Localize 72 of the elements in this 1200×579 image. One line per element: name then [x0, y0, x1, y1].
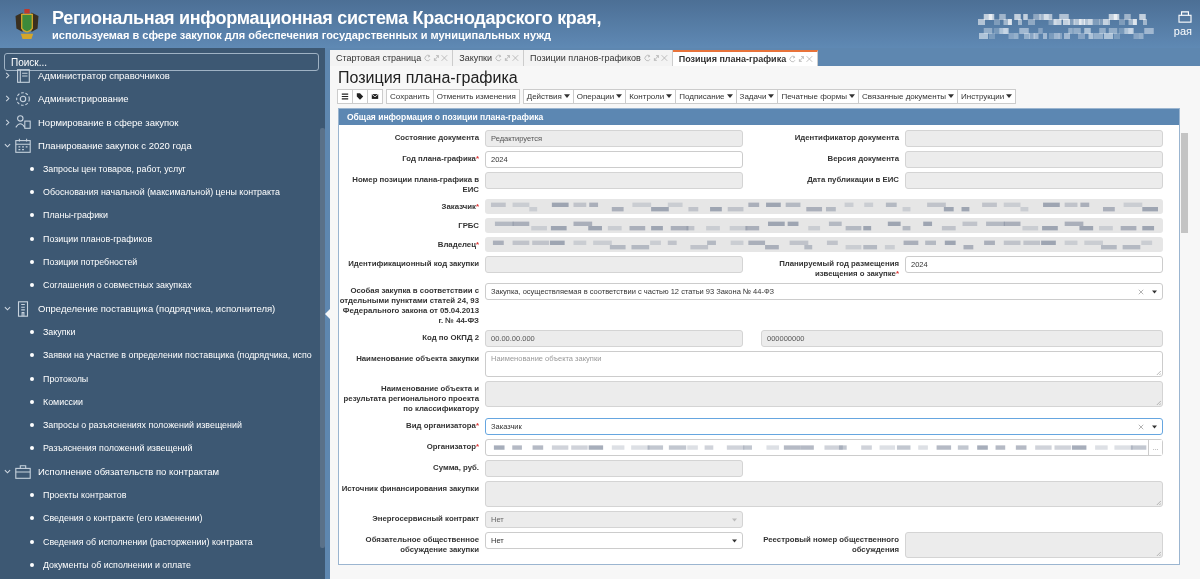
menu-item[interactable]: Сведения об исполнении (расторжении) контракта	[0, 529, 319, 554]
menu-group[interactable]: Нормирование в сфере закупок	[0, 110, 319, 134]
caret-icon[interactable]	[1006, 94, 1013, 98]
search-field[interactable]: Поиск...	[4, 53, 319, 71]
system-title: Региональная информационная система Краснодарского края,	[52, 7, 603, 29]
gear-icon	[14, 89, 32, 108]
chevron-down-icon[interactable]	[4, 305, 11, 313]
caret-icon[interactable]	[563, 94, 570, 98]
dropdown-button[interactable]: Операции	[572, 88, 627, 104]
caret-icon[interactable]	[849, 94, 855, 98]
menu-group[interactable]: Определение поставщика (подрядчика, исполнителя)	[0, 296, 319, 321]
tab[interactable]: Закупки	[453, 50, 525, 66]
chevron-down-icon[interactable]	[4, 468, 11, 476]
menu-item[interactable]: Документы об исполнении и оплате	[0, 553, 319, 577]
chevron-right-icon[interactable]	[4, 95, 11, 103]
menu-item[interactable]: Запросы о разъяснениях положений извещений	[0, 413, 319, 437]
clear-icon[interactable]	[1138, 288, 1144, 295]
panel-title: Общая информация о позиции плана-графика	[339, 109, 1179, 125]
clear-icon[interactable]	[1138, 423, 1144, 430]
menu-group[interactable]: Планирование закупок с 2020 года	[0, 133, 319, 158]
tab[interactable]: Позиция плана-графика	[672, 50, 819, 66]
tab[interactable]: Стартовая страница	[330, 50, 454, 66]
menu-item[interactable]: Комиссии	[0, 390, 319, 414]
dropdown-button[interactable]: Подписание	[675, 88, 737, 104]
dropdown-button[interactable]: Задачи	[735, 88, 779, 104]
chevron-right-icon[interactable]	[4, 118, 11, 126]
inbox-icon[interactable]	[1178, 11, 1192, 23]
dropdown-button[interactable]: Печатные формы	[777, 88, 859, 104]
resize-grip-icon[interactable]	[1156, 370, 1161, 375]
dropdown-arrow-icon[interactable]	[1152, 424, 1157, 429]
dropdown-button[interactable]: Действия	[522, 88, 574, 104]
scrollbar[interactable]	[320, 128, 325, 548]
menu-item[interactable]: Протоколы	[0, 366, 319, 391]
menu-item[interactable]: Запросы цен товаров, работ, услуг	[0, 157, 319, 181]
menu-item[interactable]: Разъяснения положений извещений	[0, 436, 319, 461]
toolbar-button[interactable]: Отменить изменения	[432, 88, 520, 104]
caret-icon[interactable]	[616, 94, 623, 98]
briefcase-icon	[14, 462, 32, 481]
menu-item[interactable]: Позиции потребностей	[0, 250, 319, 274]
dropdown-button[interactable]: Связанные документы	[858, 88, 959, 104]
menu-item[interactable]: Заявки на участие в определении поставщика (подрядчика, испо	[0, 343, 319, 367]
dropdown-button[interactable]: Инструкции	[957, 88, 1017, 104]
chevron-right-icon[interactable]	[4, 72, 11, 80]
calendar-icon	[14, 136, 32, 155]
toolbar-button[interactable]: Сохранить	[386, 88, 434, 104]
tab[interactable]: Позиции планов-графиков	[524, 50, 673, 66]
people-icon	[14, 113, 32, 132]
menu-item[interactable]: Позиции планов-графиков	[0, 227, 319, 251]
menu-item[interactable]: Обоснования начальной (максимальной) цены контракта	[0, 180, 319, 204]
tag-icon[interactable]	[352, 88, 368, 104]
dropdown-arrow-icon[interactable]	[1152, 289, 1157, 294]
caret-icon[interactable]	[768, 94, 775, 98]
caret-icon[interactable]	[948, 94, 955, 98]
menu-item[interactable]: Соглашения о совместных закупках	[0, 273, 319, 297]
menu-group[interactable]: Администрирование	[0, 87, 319, 111]
menu-item[interactable]: Проекты контрактов	[0, 483, 319, 507]
caret-icon[interactable]	[666, 94, 673, 98]
menu-item[interactable]: Сведения о контракте (его изменении)	[0, 506, 319, 530]
menu-group[interactable]: Исполнение обязательств по контрактам	[0, 460, 319, 484]
menu-item[interactable]: Планы-графики	[0, 203, 319, 228]
menu-icon[interactable]	[337, 88, 353, 104]
envelope-icon[interactable]	[367, 88, 383, 104]
scrollbar[interactable]	[1181, 133, 1188, 233]
menu-item[interactable]: Закупки	[0, 320, 319, 344]
dropdown-arrow-icon[interactable]	[732, 538, 737, 543]
collapse-sidebar-icon[interactable]	[325, 308, 330, 320]
system-subtitle: используемая в сфере закупок для обеспечения государственных и муниципальных нужд	[52, 28, 552, 41]
user-name: рая	[1173, 25, 1192, 37]
caret-icon[interactable]	[726, 94, 733, 98]
chevron-down-icon[interactable]	[4, 142, 11, 150]
page-title: Позиция плана-графика	[338, 69, 519, 87]
dropdown-button[interactable]: Контроли	[625, 88, 677, 104]
